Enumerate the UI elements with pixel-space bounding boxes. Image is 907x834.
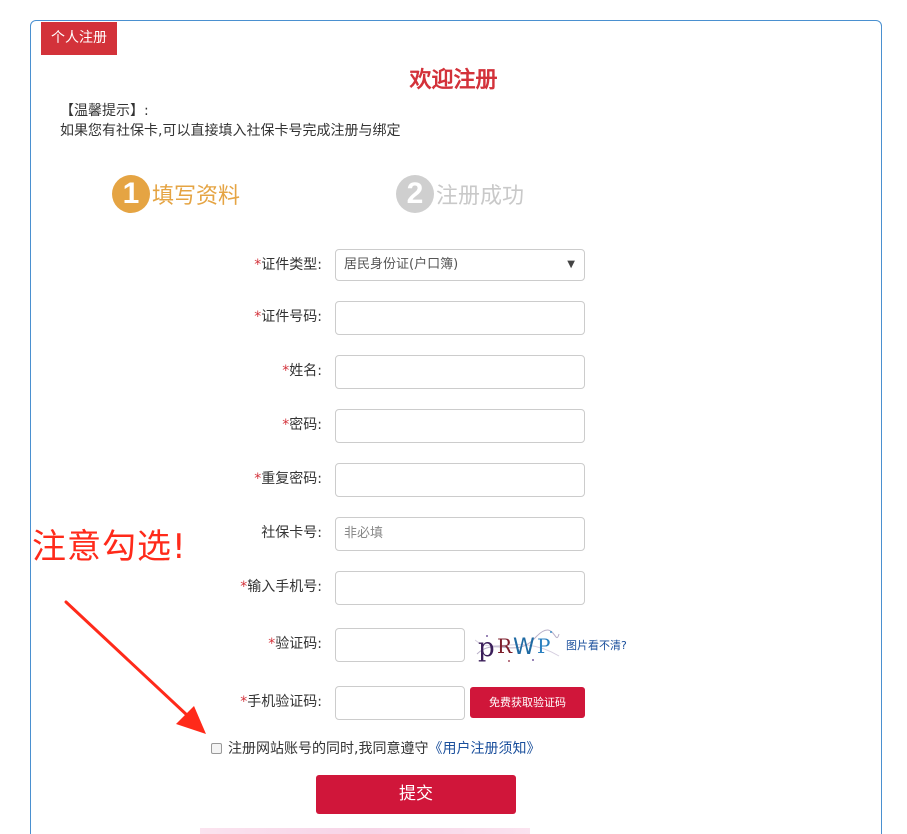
step-2-number-icon: 2 — [396, 175, 434, 213]
red-arrow-icon — [64, 600, 206, 734]
captcha-image[interactable]: p R W P — [475, 626, 560, 664]
id-type-label: *证件类型: — [254, 257, 322, 273]
id-number-label: *证件号码: — [254, 309, 322, 325]
submit-button[interactable]: 提交 — [316, 775, 516, 814]
captcha-char-p2: P — [537, 634, 550, 658]
bottom-decoration — [200, 828, 530, 834]
captcha-refresh-link[interactable]: 图片看不清? — [566, 637, 627, 653]
password-input[interactable] — [335, 409, 585, 443]
terms-link[interactable]: 《用户注册须知》 — [428, 738, 540, 758]
agreement-checkbox[interactable] — [211, 742, 222, 754]
check-reminder-annotation: 注意勾选! — [32, 527, 187, 567]
phone-input[interactable] — [335, 571, 585, 605]
id-type-select[interactable]: 居民身份证(户口簿) ▼ — [335, 249, 585, 281]
get-sms-code-button[interactable]: 免费获取验证码 — [470, 687, 585, 718]
page-title: 欢迎注册 — [409, 68, 498, 93]
social-card-input[interactable]: 非必填 — [335, 517, 585, 551]
step-register-success: 2 注册成功 — [396, 174, 524, 214]
agreement-text: 注册网站账号的同时,我同意遵守 — [228, 741, 429, 757]
step-fill-info: 1 填写资料 — [112, 174, 240, 214]
sms-code-input[interactable] — [335, 686, 465, 720]
captcha-char-r: R — [497, 634, 513, 658]
tips-title: 【温馨提示】: — [60, 103, 149, 119]
captcha-char-p: p — [478, 633, 495, 663]
social-card-placeholder: 非必填 — [344, 526, 384, 541]
captcha-char-w: W — [513, 635, 535, 660]
step-2-label: 注册成功 — [436, 184, 525, 209]
step-1-number-icon: 1 — [112, 175, 150, 213]
personal-register-tag: 个人注册 — [41, 22, 117, 55]
phone-label: *输入手机号: — [240, 579, 322, 595]
tips-body: 如果您有社保卡,可以直接填入社保卡号完成注册与绑定 — [60, 123, 401, 139]
confirm-password-input[interactable] — [335, 463, 585, 497]
confirm-password-label: *重复密码: — [254, 471, 322, 487]
id-number-input[interactable] — [335, 301, 585, 335]
name-input[interactable] — [335, 355, 585, 389]
step-1-label: 填写资料 — [152, 184, 241, 209]
captcha-input[interactable] — [335, 628, 465, 662]
agreement-row: 注册网站账号的同时,我同意遵守 《用户注册须知》 — [211, 738, 540, 758]
dropdown-arrow-icon: ▼ — [567, 259, 575, 270]
password-label: *密码: — [282, 417, 322, 433]
name-label: *姓名: — [282, 363, 322, 379]
